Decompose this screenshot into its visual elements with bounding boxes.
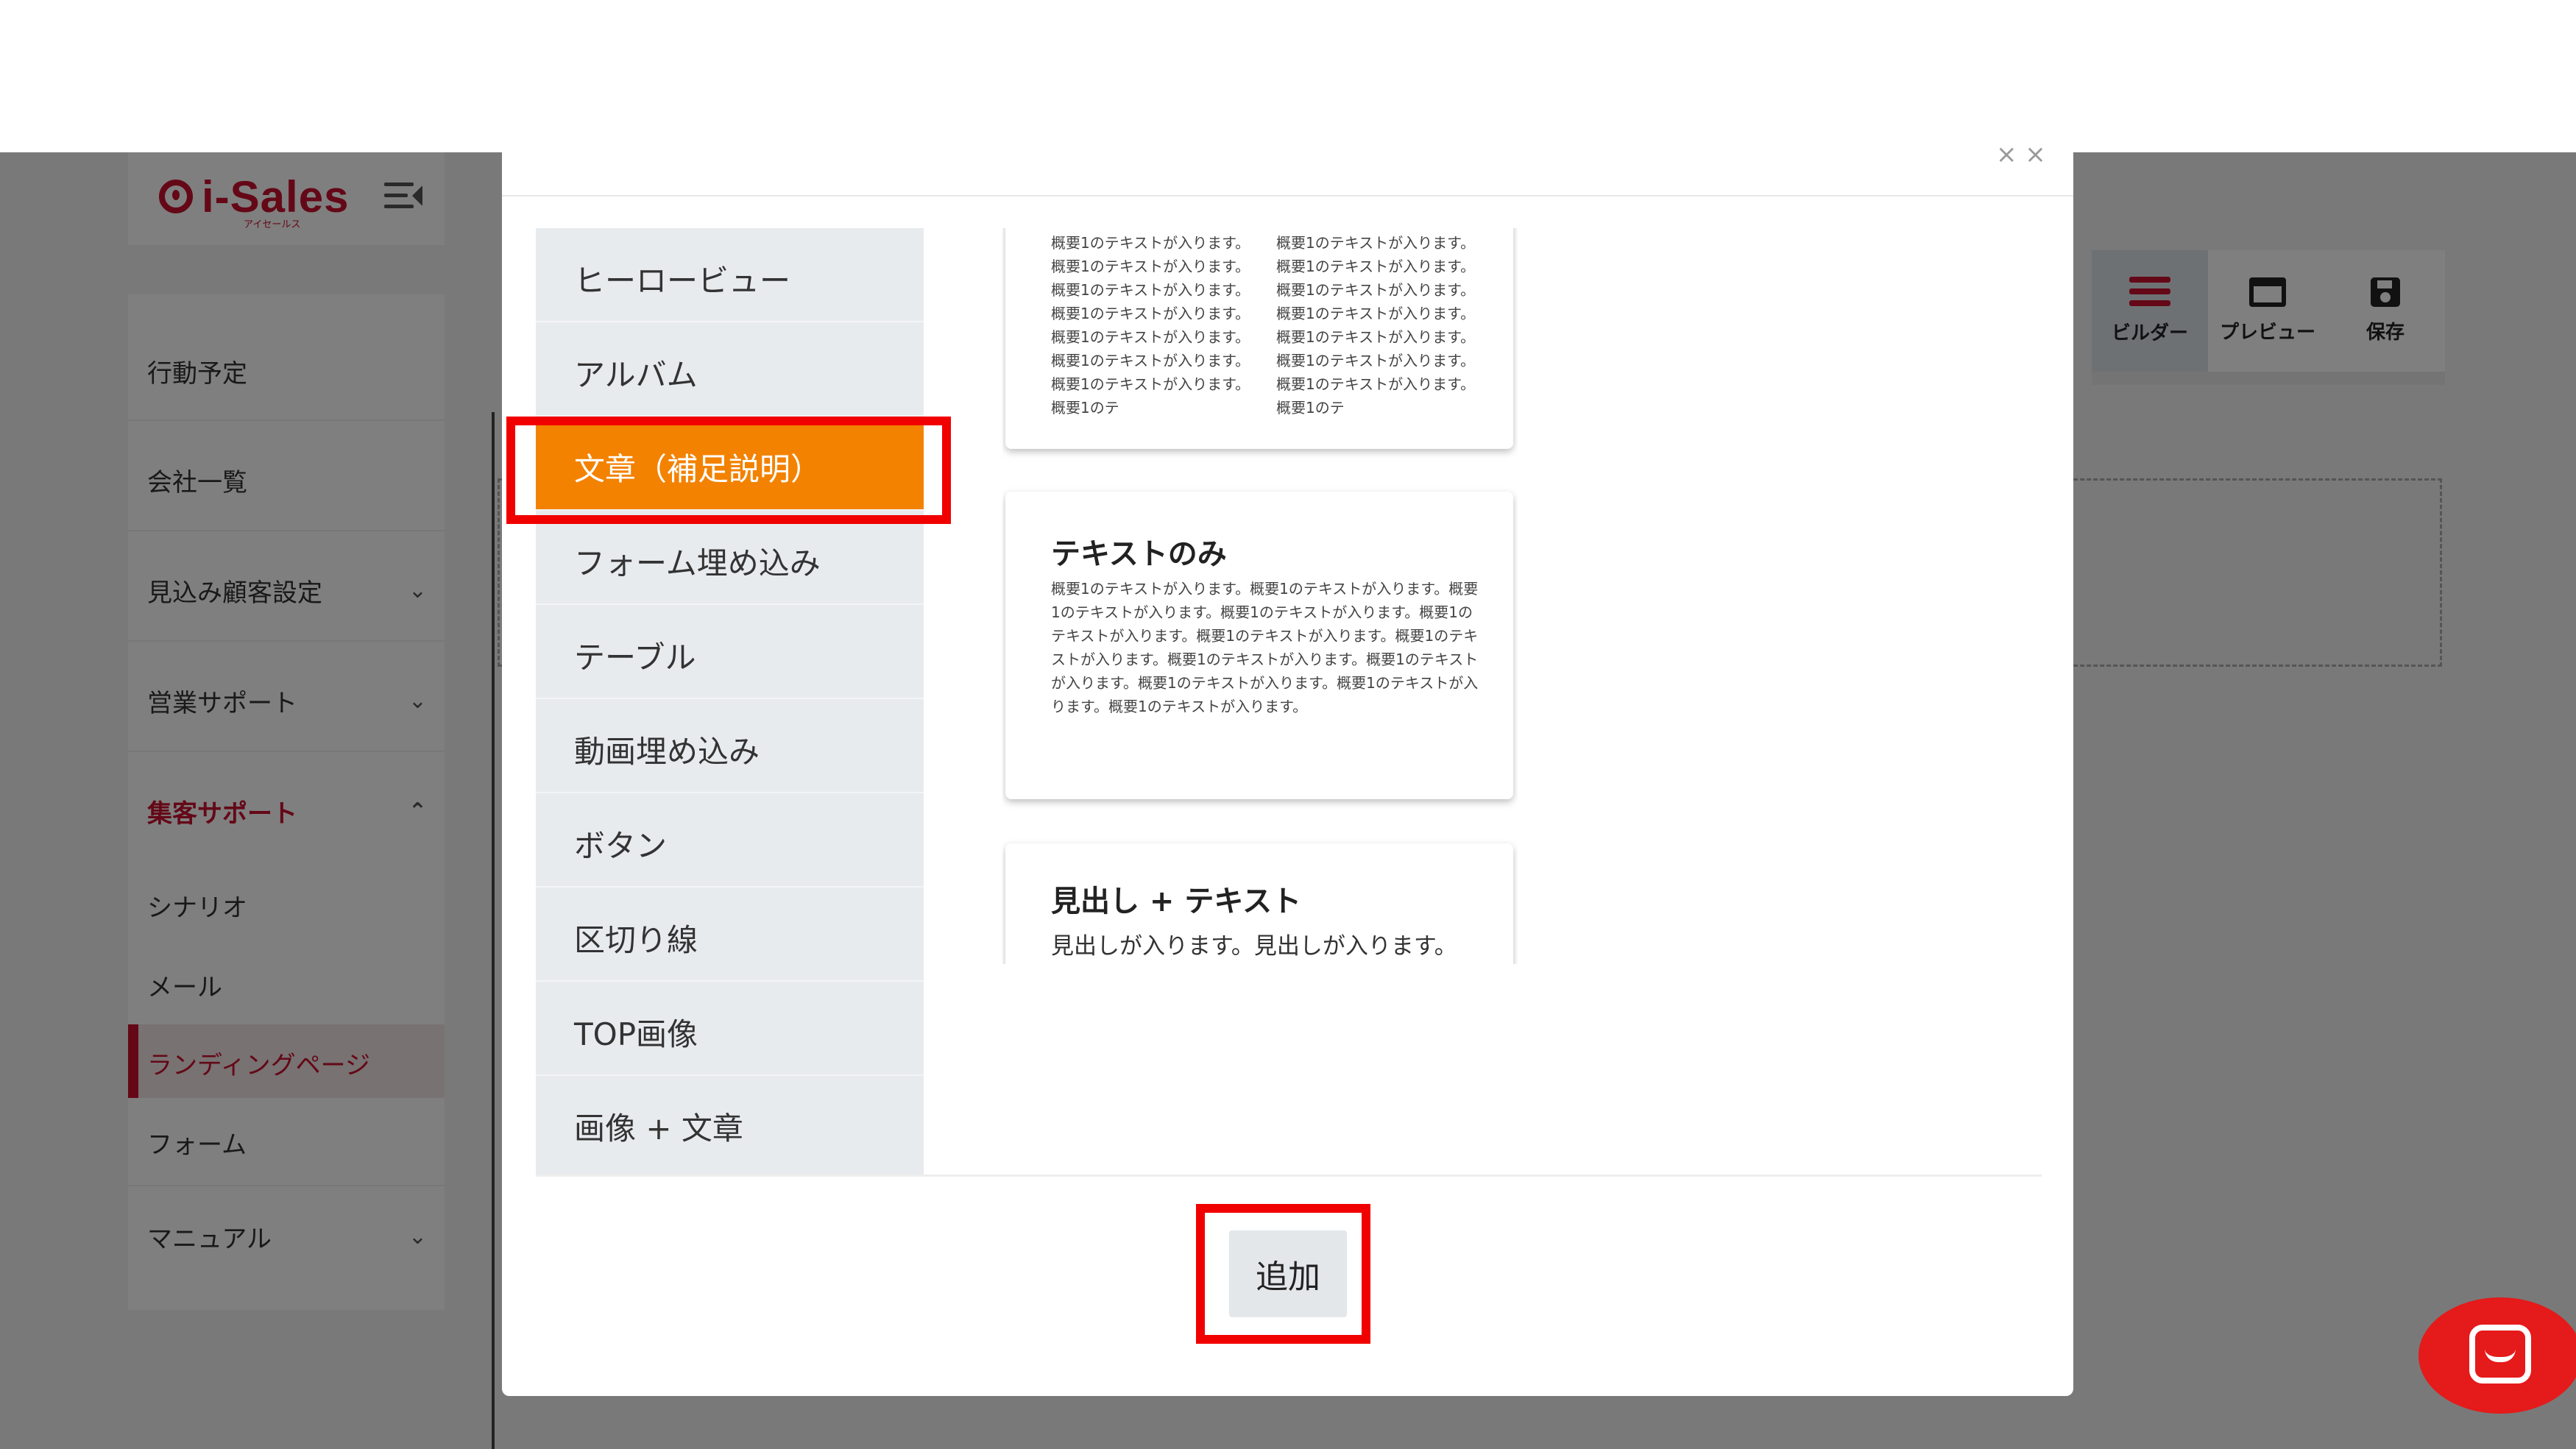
add-button[interactable]: 追加 bbox=[1229, 1230, 1347, 1317]
template-card-text-only[interactable]: テキストのみ 概要1のテキストが入ります。概要1のテキストが入ります。概要1のテ… bbox=[1005, 492, 1513, 799]
template-preview-list: 概要1のテキストが入ります。概要1のテキストが入ります。概要1のテキストが入りま… bbox=[1002, 228, 1518, 964]
modal-footer-divider bbox=[536, 1175, 2042, 1177]
selection-highlight-box bbox=[506, 417, 951, 524]
template-card-two-column[interactable]: 概要1のテキストが入ります。概要1のテキストが入ります。概要1のテキストが入りま… bbox=[1005, 228, 1513, 449]
chat-support-button[interactable] bbox=[2418, 1297, 2576, 1414]
selection-highlight-gap bbox=[926, 428, 933, 509]
template-body-col1: 概要1のテキストが入ります。概要1のテキストが入ります。概要1のテキストが入りま… bbox=[1051, 234, 1250, 417]
category-item-top-image[interactable]: TOP画像 bbox=[536, 982, 924, 1076]
category-item-image-text[interactable]: 画像 + 文章 bbox=[536, 1076, 924, 1170]
category-item-hero-view[interactable]: ヒーロービュー bbox=[536, 228, 924, 322]
modal-header-divider bbox=[502, 195, 2073, 196]
category-label: 動画埋め込み bbox=[574, 734, 760, 770]
category-label: TOP画像 bbox=[574, 1016, 698, 1052]
close-icon[interactable]: × × bbox=[1996, 140, 2046, 169]
category-item-form-embed[interactable]: フォーム埋め込み bbox=[536, 511, 924, 605]
category-label: ヒーロービュー bbox=[574, 263, 791, 299]
category-label: アルバム bbox=[574, 357, 698, 393]
template-title: テキストのみ bbox=[1051, 537, 1227, 571]
category-label: テーブル bbox=[574, 640, 696, 676]
template-card-heading-text[interactable]: 見出し + テキスト 見出しが入ります。見出しが入ります。 bbox=[1005, 843, 1513, 964]
category-label: 区切り線 bbox=[574, 922, 698, 958]
category-label: ボタン bbox=[574, 828, 668, 864]
template-title: 見出し + テキスト bbox=[1051, 885, 1302, 918]
category-item-video-embed[interactable]: 動画埋め込み bbox=[536, 699, 924, 793]
category-item-album[interactable]: アルバム bbox=[536, 322, 924, 417]
template-subtitle: 見出しが入ります。見出しが入ります。 bbox=[1051, 933, 1457, 960]
category-label: フォーム埋め込み bbox=[574, 545, 821, 581]
block-category-list: ヒーロービュー アルバム 文章（補足説明） フォーム埋め込み テーブル 動画埋め… bbox=[536, 228, 924, 1175]
category-item-divider[interactable]: 区切り線 bbox=[536, 888, 924, 982]
template-body: 概要1のテキストが入ります。概要1のテキストが入ります。概要1のテキストが入りま… bbox=[1051, 580, 1479, 715]
category-item-button[interactable]: ボタン bbox=[536, 793, 924, 888]
category-label: 画像 + 文章 bbox=[574, 1110, 743, 1147]
category-item-table[interactable]: テーブル bbox=[536, 605, 924, 699]
template-body-col2: 概要1のテキストが入ります。概要1のテキストが入ります。概要1のテキストが入りま… bbox=[1276, 234, 1476, 417]
